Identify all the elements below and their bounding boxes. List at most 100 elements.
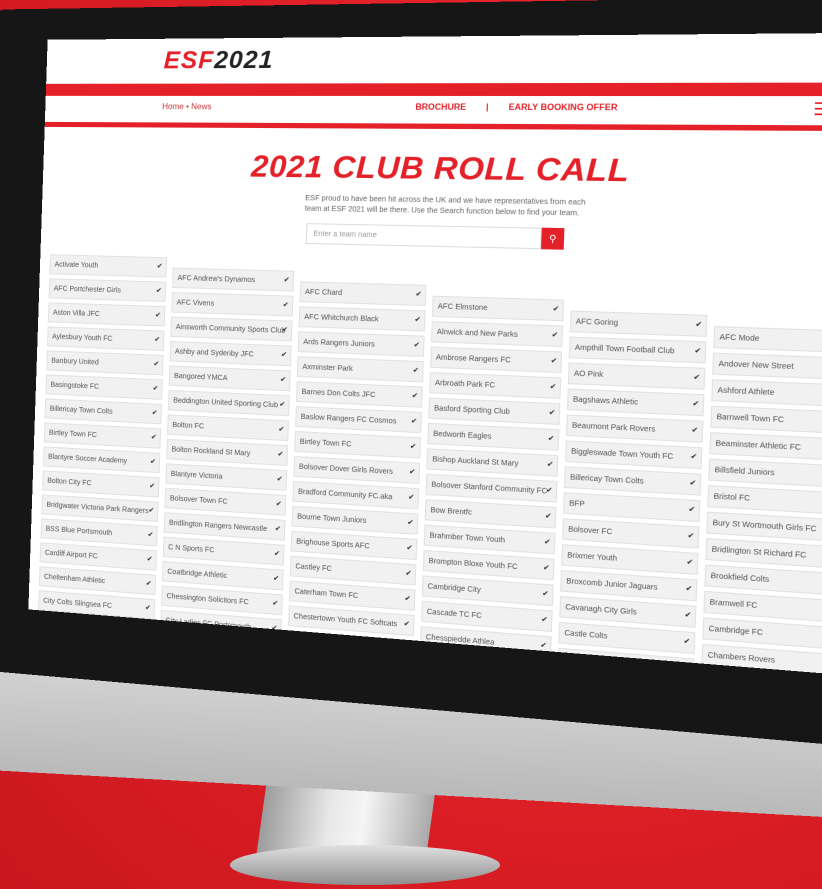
club-item[interactable]: Brompton Bloxe Youth FC ✔ xyxy=(422,549,555,581)
club-item[interactable]: Alnwick and New Parks ✔ xyxy=(431,321,564,348)
club-item[interactable]: Aston Villa JFC ✔ xyxy=(47,302,166,327)
club-item[interactable]: Barnes Don Colts JFC ✔ xyxy=(295,381,423,408)
club-item[interactable]: BSS Blue Portsmouth ✔ xyxy=(40,518,158,547)
club-item[interactable]: Billericay Town Colts ✔ xyxy=(44,398,163,425)
club-name: City Colts Slingsea FC xyxy=(43,597,113,611)
club-name: AFC Andrew's Dynamos xyxy=(177,274,256,285)
club-item[interactable]: Bridlington Rangers Newcastle ✔ xyxy=(163,512,286,541)
checkmark-icon: ✔ xyxy=(683,637,691,647)
club-item[interactable]: Barnwell Town FC✔ xyxy=(710,405,822,435)
club-name: Billericay Town Colts xyxy=(569,474,644,486)
club-item[interactable]: Bolsover FC ✔ xyxy=(562,518,700,549)
club-item[interactable]: Beaumont Park Rovers ✔ xyxy=(565,414,704,443)
club-item[interactable]: AFC Whitchurch Black ✔ xyxy=(298,306,426,332)
club-item[interactable]: Beaminster Athletic FC✔ xyxy=(709,432,822,462)
club-item[interactable]: Bishop Auckland St Mary ✔ xyxy=(426,448,559,477)
club-item[interactable]: Billericay Town Colts ✔ xyxy=(564,466,702,496)
club-item[interactable]: Arbroath Park FC ✔ xyxy=(429,372,562,399)
club-item[interactable]: Ampthill Town Football Club ✔ xyxy=(568,336,707,364)
club-item[interactable]: AFC Goring ✔ xyxy=(569,310,708,337)
club-item[interactable]: Ashby and Sydenby JFC ✔ xyxy=(169,340,292,367)
club-item[interactable]: BFP ✔ xyxy=(563,492,701,523)
club-item[interactable]: Bradford Community FC.aka ✔ xyxy=(292,480,420,510)
club-item[interactable]: Blantyre Victoria ✔ xyxy=(165,463,288,491)
club-name: Cascade TC FC xyxy=(426,608,482,621)
club-item[interactable]: Basford Sporting Club ✔ xyxy=(428,397,561,425)
search-input[interactable]: Enter a team name xyxy=(305,223,542,250)
club-item[interactable]: Brighouse Sports AFC ✔ xyxy=(290,530,418,561)
club-name: Bridgwater Victoria Park Rangers xyxy=(46,501,149,516)
club-item[interactable]: Bury St Wortmouth Girls FC✔ xyxy=(706,511,822,543)
club-item[interactable]: Birtley Town FC ✔ xyxy=(294,431,422,459)
checkmark-icon: ✔ xyxy=(281,326,289,334)
breadcrumb[interactable]: Home • News xyxy=(162,102,212,111)
club-item[interactable]: Bridgwater Victoria Park Rangers ✔ xyxy=(41,494,159,522)
club-item[interactable]: Bolsover Stanford Community FC ✔ xyxy=(425,473,558,503)
club-name: Cambridge City xyxy=(427,583,481,595)
logo-year: 2021 xyxy=(213,46,275,75)
club-item[interactable]: Bolton City FC ✔ xyxy=(42,470,160,498)
club-name: Bolton FC xyxy=(172,421,205,431)
club-column: Activate Youth ✔ AFC Portchester Girls ✔ Ast… xyxy=(36,254,168,670)
checkmark-icon: ✔ xyxy=(280,351,288,359)
club-item[interactable]: AFC Andrew's Dynamos ✔ xyxy=(172,267,295,292)
club-item[interactable]: Banbury United ✔ xyxy=(46,350,164,376)
club-item[interactable]: Activate Youth ✔ xyxy=(49,254,168,278)
club-item[interactable]: Beddington United Sporting Club ✔ xyxy=(167,389,290,417)
club-item[interactable]: AFC Portchester Girls ✔ xyxy=(48,278,167,303)
esf-logo[interactable]: ESF2021 xyxy=(163,46,274,75)
club-item[interactable]: AFC Chard ✔ xyxy=(299,281,427,307)
checkmark-icon: ✔ xyxy=(550,357,558,366)
club-item[interactable]: Brahmber Town Youth ✔ xyxy=(423,524,556,555)
checkmark-icon: ✔ xyxy=(152,385,159,393)
club-item[interactable]: Bolton Rockland St Mary ✔ xyxy=(166,438,289,466)
club-item[interactable]: Bolton FC ✔ xyxy=(166,414,290,442)
club-item[interactable]: Cardiff Airport FC ✔ xyxy=(39,542,157,571)
checkmark-icon: ✔ xyxy=(154,311,162,320)
club-item[interactable]: Ainsworth Community Sports Club ✔ xyxy=(170,316,293,342)
club-item[interactable]: AFC Mode✔ xyxy=(713,326,822,354)
checkmark-icon: ✔ xyxy=(407,519,414,528)
club-item[interactable]: Bow Brentfc ✔ xyxy=(424,499,557,529)
club-item[interactable]: Blantyre Soccer Academy ✔ xyxy=(42,446,161,474)
club-item[interactable]: Bagshaws Athletic ✔ xyxy=(566,388,705,417)
checkmark-icon: ✔ xyxy=(409,443,417,451)
club-item[interactable]: C N Sports FC ✔ xyxy=(162,536,285,566)
monitor-stand-base xyxy=(230,845,500,885)
club-name: Chambers Rovers xyxy=(707,651,776,665)
club-item[interactable]: Bristol FC✔ xyxy=(707,485,822,516)
hamburger-icon[interactable]: ☰ xyxy=(813,98,822,120)
club-item[interactable]: Ards Rangers Juniors ✔ xyxy=(297,331,425,357)
club-item[interactable]: Bangored YMCA ✔ xyxy=(168,365,291,392)
club-item[interactable]: Billsfield Juniors✔ xyxy=(708,458,822,489)
club-item[interactable]: Bourne Town Juniors ✔ xyxy=(291,505,419,535)
search-icon[interactable]: ⚲ xyxy=(541,227,565,250)
club-item[interactable]: Axminster Park ✔ xyxy=(296,356,424,383)
club-name: Ards Rangers Juniors xyxy=(303,338,375,349)
club-item[interactable]: Brixmer Youth ✔ xyxy=(561,544,699,575)
club-item[interactable]: Aylesbury Youth FC ✔ xyxy=(46,326,165,351)
club-item[interactable]: AFC Vivens ✔ xyxy=(171,292,294,317)
club-item[interactable]: Ambrose Rangers FC ✔ xyxy=(430,346,563,374)
club-item[interactable]: Chestertown Youth FC Softcats ✔ xyxy=(288,605,415,637)
nav-brochure[interactable]: BROCHURE xyxy=(415,102,466,112)
nav-early-booking[interactable]: EARLY BOOKING OFFER xyxy=(508,102,617,112)
club-item[interactable]: Ashford Athlete✔ xyxy=(711,379,822,408)
club-item[interactable]: Bedworth Eagles ✔ xyxy=(427,422,560,451)
club-name: Brahmber Town Youth xyxy=(429,532,506,545)
checkmark-icon: ✔ xyxy=(548,409,556,418)
club-item[interactable]: Bolsover Dover Girls Rovers ✔ xyxy=(293,455,421,484)
club-name: AFC Portchester Girls xyxy=(53,285,121,295)
club-item[interactable]: Biggleswade Town Youth FC ✔ xyxy=(564,440,703,470)
club-item[interactable]: Bolsover Town FC ✔ xyxy=(164,487,287,516)
club-column: AFC Goring ✔ Ampthill Town Football Club ✔ A… xyxy=(556,310,708,677)
checkmark-icon: ✔ xyxy=(151,409,158,417)
club-item[interactable]: Birtley Town FC ✔ xyxy=(43,422,162,449)
club-item[interactable]: Baslow Rangers FC Cosmos ✔ xyxy=(295,406,422,434)
club-item[interactable]: Andover New Street✔ xyxy=(712,352,822,381)
club-item[interactable]: Basingstoke FC ✔ xyxy=(45,374,163,400)
club-name: Blantyre Soccer Academy xyxy=(47,453,128,466)
club-item[interactable]: AO Pink ✔ xyxy=(567,362,706,390)
checkmark-icon: ✔ xyxy=(544,512,552,521)
club-item[interactable]: AFC Elmstone ✔ xyxy=(431,295,565,322)
